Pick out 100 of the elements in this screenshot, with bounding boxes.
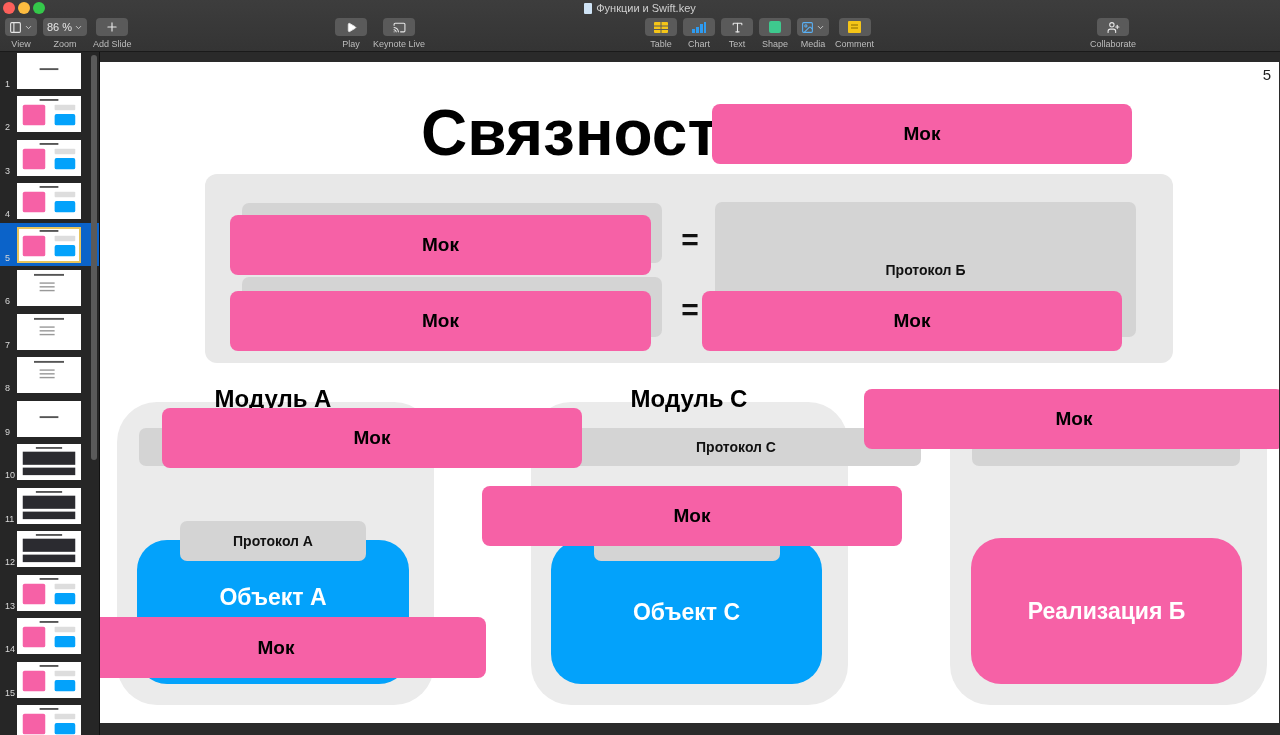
chart-button[interactable]: [683, 18, 715, 36]
mock-box: Мок: [712, 104, 1132, 164]
scrollbar[interactable]: [91, 55, 97, 460]
toolbar-label: Media: [800, 39, 826, 49]
toolbar-label: Table: [650, 39, 672, 49]
zoom-button[interactable]: [33, 2, 45, 14]
slide-number: 8: [5, 383, 11, 393]
slide-thumbnail: [17, 52, 81, 89]
toolbar-label: Zoom: [53, 39, 77, 49]
slide-number: 12: [5, 557, 16, 567]
slide-thumbnail: [17, 661, 81, 698]
sidebar-icon: [9, 20, 22, 34]
slide-thumbnail: [17, 618, 81, 654]
toolbar-label: View: [11, 39, 31, 49]
text-icon: [730, 20, 744, 34]
slide-number: 13: [5, 600, 16, 611]
slide-thumbnail: [17, 487, 81, 524]
slide-number: 4: [5, 209, 11, 219]
mock-box: Мок: [100, 617, 486, 678]
slide-number: 6: [5, 296, 11, 306]
toolbar-label: Chart: [688, 39, 710, 49]
comment-button[interactable]: [838, 18, 871, 36]
toolbar-label: Add Slide: [93, 39, 132, 49]
slide-number: 5: [5, 252, 11, 263]
mock-box: Мок: [482, 486, 902, 546]
add-button[interactable]: [96, 18, 129, 36]
slide-number: 11: [5, 513, 16, 524]
equals-sign: =: [680, 295, 700, 325]
window-title: Функции и Swift.key: [596, 2, 696, 14]
slide-thumbnail: [17, 270, 81, 306]
slide-list-item[interactable]: 3: [0, 139, 99, 176]
plus-icon: [105, 20, 120, 34]
implementation-box: Реализация Б: [971, 538, 1242, 684]
module-heading: Модуль С: [629, 384, 749, 414]
slide-thumbnail: [17, 96, 81, 132]
slide-thumbnail: [17, 313, 81, 350]
comment-icon: [848, 21, 861, 33]
media-button[interactable]: [797, 18, 829, 36]
slide-list-item[interactable]: 9: [0, 400, 99, 437]
close-button[interactable]: [3, 2, 15, 14]
equals-sign: =: [680, 225, 700, 255]
mock-box: Мок: [864, 389, 1279, 449]
document-icon: [584, 2, 593, 14]
slide-list-item[interactable]: 2: [0, 95, 99, 132]
slide-list-item[interactable]: 5: [0, 223, 99, 266]
mock-box: Мок: [162, 408, 582, 468]
slide-thumbnail: [17, 531, 81, 567]
collaborate-button[interactable]: [1097, 18, 1129, 36]
table-button[interactable]: [645, 18, 677, 36]
page-number: 5: [1262, 66, 1271, 83]
slide-list-item[interactable]: 12: [0, 530, 99, 567]
play-icon: [345, 21, 357, 33]
slide-number: 15: [5, 687, 16, 698]
slide-thumbnail: [17, 705, 81, 735]
slide-list-item[interactable]: 6: [0, 269, 99, 306]
slide-list-item[interactable]: 11: [0, 487, 99, 524]
slide-number: 7: [5, 339, 11, 350]
toolbar-label: Text: [728, 39, 746, 49]
toolbar-label: Shape: [762, 39, 788, 49]
toolbar-label: Keynote Live: [373, 39, 426, 49]
toolbar-label: Collaborate: [1090, 39, 1137, 49]
square-icon: [769, 21, 781, 33]
slide-list-item[interactable]: 13: [0, 574, 99, 611]
cast-icon: [392, 20, 406, 34]
slide-number: 2: [5, 122, 11, 132]
slide-list-item[interactable]: 8: [0, 356, 99, 393]
mock-box: Мок: [230, 215, 651, 275]
table-icon: [654, 21, 668, 33]
text-button[interactable]: [721, 18, 753, 36]
play-button[interactable]: [335, 18, 367, 36]
minimize-button[interactable]: [18, 2, 30, 14]
slide-list-item[interactable]: 4: [0, 182, 99, 219]
slide-number: 1: [5, 78, 11, 89]
view-button[interactable]: [5, 18, 37, 36]
slide-list-item[interactable]: 14: [0, 617, 99, 654]
slide-thumbnail: [17, 400, 81, 437]
collaborate-icon: [1106, 20, 1120, 34]
slide-thumbnail: [17, 183, 81, 219]
slide-list-item[interactable]: 15: [0, 661, 99, 698]
shape-button[interactable]: [759, 18, 791, 36]
slide-number: 9: [5, 426, 11, 437]
slide-thumbnail: [17, 226, 81, 263]
bar-chart-icon: [692, 21, 706, 33]
slide-list-item[interactable]: 1: [0, 52, 99, 89]
zoom-button[interactable]: 86 %: [43, 18, 88, 36]
protocol-box: Протокол А: [180, 521, 366, 561]
slide-list-item[interactable]: 10: [0, 443, 99, 480]
image-icon: [801, 20, 814, 34]
toolbar-label: Comment: [835, 39, 874, 49]
slide-thumbnail: [17, 139, 81, 176]
slide-number: 3: [5, 165, 11, 176]
slide-list-item[interactable]: 7: [0, 313, 99, 350]
live-button[interactable]: [383, 18, 415, 36]
slide-thumbnail: [17, 574, 81, 611]
toolbar-label: Play: [342, 39, 360, 49]
mock-box: Мок: [230, 291, 651, 351]
slide-number: 14: [5, 644, 16, 654]
slide-thumbnail: [17, 444, 81, 480]
slide-thumbnail: [17, 357, 81, 393]
mock-box: Мок: [702, 291, 1122, 351]
